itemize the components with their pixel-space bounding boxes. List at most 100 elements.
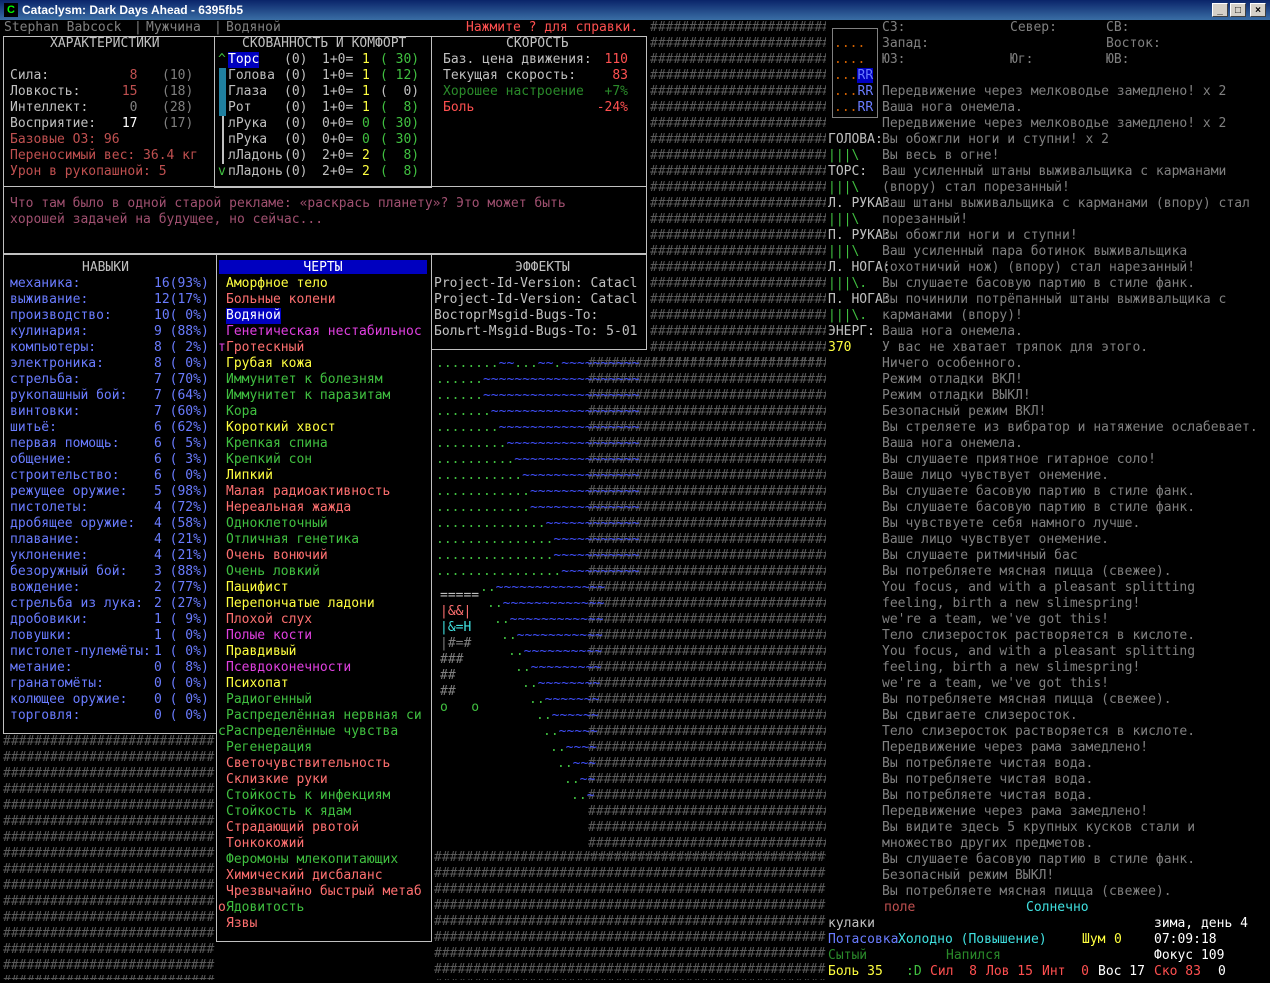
map-row[interactable]: ................~~~~~~~~~~ [436,564,640,580]
trait-item[interactable]: Грубая кожа [226,356,312,372]
map-row[interactable]: ..~~~~~~~~~~~~ [494,612,604,628]
map-row[interactable]: ..~~~~~~~~~~~~~ [487,596,604,612]
building-row[interactable]: o o [440,700,479,716]
building-row[interactable]: |&&| [440,604,471,620]
map-row[interactable]: ..............~~~~~~~~~~~~ [436,516,640,532]
map-row[interactable]: ...............~~~~~~~~~~~ [436,548,640,564]
trait-item[interactable]: Распределённые чувства [226,724,398,740]
encumbrance-scrollbar[interactable] [219,68,226,116]
map-row[interactable]: .........~~~~~~~~~~~~~~~~~ [436,436,640,452]
building-row[interactable]: ===== [440,588,479,604]
map-row[interactable]: ..~~~~~~~~~~~ [501,628,603,644]
trait-item[interactable]: Психопат [226,676,289,692]
trait-item[interactable]: Регенерация [226,740,312,756]
map-row[interactable]: ..~~~~~~~ [529,692,599,708]
map-row[interactable]: ..~~~~~~~~ [522,676,600,692]
map-row[interactable]: ..........~~~~~~~~~~~~~~~~ [436,452,640,468]
log-message: Безопасный режим ВЫКЛ! [882,868,1055,883]
maximize-button[interactable]: □ [1230,3,1246,17]
scroll-down-arrow[interactable]: v [218,164,226,180]
map-row[interactable]: ...........~~~~~~~~~~~~~~~ [436,468,640,484]
skill-value: 12(17%) [154,292,209,307]
trait-item[interactable]: Светочувствительность [226,756,390,772]
map-row[interactable]: ............~~~~~~~~~~~~~~ [436,500,640,516]
skill-name: общение: [10,452,73,467]
character-gender: Мужчина [146,20,201,35]
trait-item[interactable]: Аморфное тело [226,276,328,292]
encumbrance-part[interactable]: Торс [228,52,260,68]
trait-item[interactable]: Липкий [226,468,273,484]
close-button[interactable]: × [1250,3,1266,17]
map-row[interactable]: ..~ [571,788,594,804]
trait-item[interactable]: Короткий хвост [226,420,336,436]
map-row[interactable]: .......~~~~~~~~~~~~~~~~~~~ [436,404,640,420]
map-row[interactable]: ........~~~~~~~~~~~~~~~~~~ [436,420,640,436]
map-row[interactable]: ..~~~~~~~~~ [515,660,601,676]
trait-item[interactable]: Генетическая нестабильнос [226,324,422,340]
map-area[interactable]: ########################################… [434,850,826,980]
trait-item[interactable]: Нереальная жажда [226,500,351,516]
trait-item[interactable]: Ядовитость [226,900,304,916]
trait-item[interactable]: Крепкая спина [226,436,328,452]
trait-item[interactable]: Водяной [226,308,281,324]
traits-title[interactable]: ЧЕРТЫ [219,260,427,275]
trait-item[interactable]: Тонкокожий [226,836,304,852]
trait-item[interactable]: Пацифист [226,580,289,596]
map-row[interactable]: ..~~~~~ [543,724,598,740]
map-row[interactable]: ..~~~~~~~~~~~~~~ [480,580,605,596]
trait-item[interactable]: Стойкость к инфекциям [226,788,390,804]
skills-title: НАВЫКИ [82,260,129,275]
stat-label: Интеллект: [10,100,89,115]
trait-item[interactable]: Очень вонючий [226,548,328,564]
warmth-value: ( 30) [380,132,420,147]
map-row[interactable]: ..~~~ [557,756,596,772]
map-row[interactable]: ......~~~~~~~~~~~~~~~~~~~~ [436,388,640,404]
map-row[interactable]: ...............~~~~~~~~~~~ [436,532,640,548]
building-row[interactable]: |&=H [440,620,471,636]
trait-item[interactable]: Радиогенный [226,692,312,708]
trait-item[interactable]: Одноклеточный [226,516,328,532]
trait-item[interactable]: Гротескный [226,340,304,356]
map-area[interactable]: ####################### ################… [650,20,826,360]
building-row[interactable]: |#=# [440,636,471,652]
trait-item[interactable]: Псевдоконечности [226,660,351,676]
building-row[interactable]: ## [440,668,456,684]
map-row[interactable]: ........~~...~~.~~~~~~~~~~ [436,356,640,372]
map-row[interactable]: ..~~~~~~~~~~ [508,644,602,660]
trait-item[interactable]: Полые кости [226,628,312,644]
trait-item[interactable]: Плохой слух [226,612,312,628]
map-row[interactable]: ............~~~~~~~~~~~~~~ [436,484,640,500]
encumbrance-value: 0 [362,116,370,131]
map-area[interactable]: ########################### ############… [3,734,215,980]
trait-item[interactable]: Кора [226,404,257,420]
log-message: Тело слизеросток растворяется в кислоте. [882,724,1196,739]
trait-item[interactable]: Отличная генетика [226,532,359,548]
trait-item[interactable]: Страдающий рвотой [226,820,359,836]
scroll-up-arrow[interactable]: ^ [218,52,226,68]
trait-item[interactable]: Чрезвычайно быстрый метаб [226,884,422,900]
trait-item[interactable]: Распределённая нервная си [226,708,422,724]
map-row[interactable]: ..~~~~ [550,740,597,756]
style-label[interactable]: Потасовка [828,932,898,948]
trait-item[interactable]: Малая радиоактивность [226,484,390,500]
trait-item[interactable]: Очень ловкий [226,564,320,580]
trait-item[interactable]: Химический дисбаланс [226,868,383,884]
trait-item[interactable]: Склизкие руки [226,772,328,788]
encumbrance-armor: (0) [284,132,308,147]
trait-item[interactable]: Правдивый [226,644,296,660]
building-row[interactable]: ## [440,684,456,700]
trait-item[interactable]: Иммунитет к болезням [226,372,383,388]
map-row[interactable]: ......~~~~~~~~~~~~~~~~~~~~ [436,372,640,388]
trait-item[interactable]: Крепкий сон [226,452,312,468]
trait-item[interactable]: Больные колени [226,292,336,308]
unarmed-damage: Урон в рукопашной: 5 [10,164,167,179]
trait-item[interactable]: Феромоны млекопитающих [226,852,398,868]
map-row[interactable]: ..~~~~~~ [536,708,599,724]
minimize-button[interactable]: _ [1212,3,1228,17]
trait-item[interactable]: Стойкость к ядам [226,804,351,820]
trait-item[interactable]: Перепончатые ладони [226,596,375,612]
map-row[interactable]: ..~~ [564,772,595,788]
trait-item[interactable]: Иммунитет к паразитам [226,388,390,404]
building-row[interactable]: ### [440,652,463,668]
trait-item[interactable]: Язвы [226,916,257,932]
